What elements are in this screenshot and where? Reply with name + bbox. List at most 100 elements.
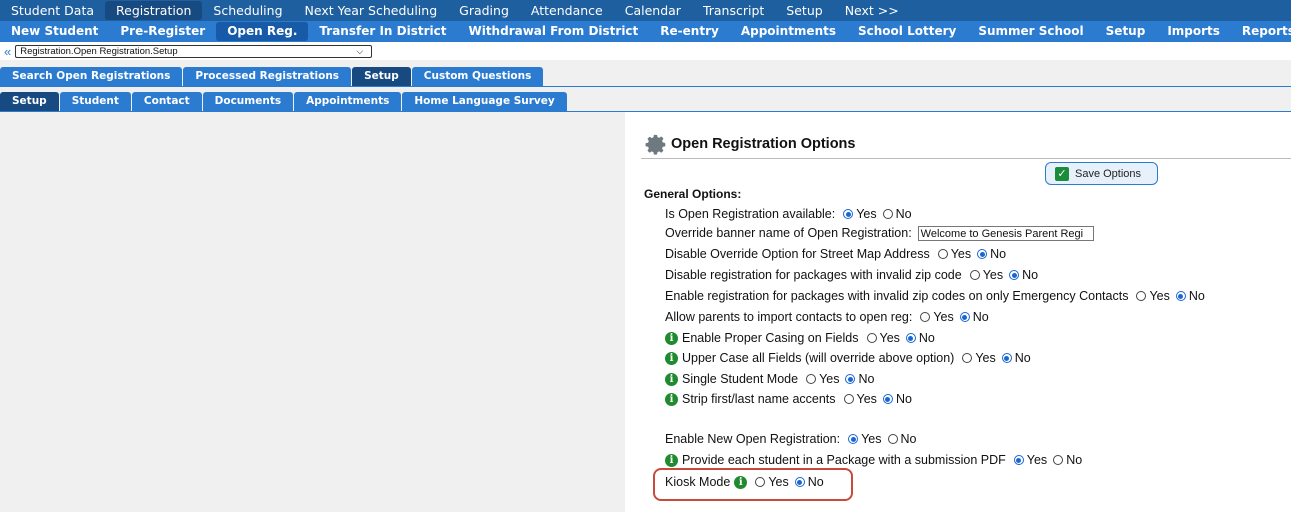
subnav-open-reg[interactable]: Open Reg.	[216, 22, 309, 41]
radio-yes[interactable]	[755, 477, 766, 487]
option-label: Single Student Mode	[682, 372, 799, 386]
subtab-student[interactable]: Student	[59, 92, 131, 111]
nav-attendance[interactable]: Attendance	[520, 1, 614, 20]
option-label: Override banner name of Open Registratio…	[665, 226, 912, 240]
radio-no[interactable]	[977, 249, 988, 259]
option-label: Kiosk Mode	[665, 475, 731, 489]
info-icon[interactable]: i	[665, 372, 678, 386]
subnav-transfer-in-district[interactable]: Transfer In District	[308, 22, 457, 41]
radio-yes[interactable]	[1013, 455, 1024, 465]
primary-nav: Student Data Registration Scheduling Nex…	[0, 0, 1291, 21]
subtab-appointments[interactable]: Appointments	[294, 92, 402, 111]
subtab-home-language-survey[interactable]: Home Language Survey	[402, 92, 567, 111]
radio-no-label: No	[990, 247, 1007, 261]
radio-yes-label: Yes	[856, 207, 877, 221]
subnav-reports[interactable]: Reports	[1231, 22, 1291, 41]
radio-no[interactable]	[959, 312, 970, 322]
info-icon[interactable]: i	[665, 351, 678, 365]
radio-no-label: No	[895, 392, 912, 406]
option-row-open-reg-available: Is Open Registration available: Yes No	[665, 205, 914, 223]
double-chevron-left-icon[interactable]: «	[4, 44, 11, 59]
nav-next[interactable]: Next >>	[834, 1, 910, 20]
radio-no-label: No	[858, 372, 875, 386]
tab-search-open-registrations[interactable]: Search Open Registrations	[0, 67, 183, 86]
save-options-button[interactable]: ✓ Save Options	[1045, 162, 1158, 185]
radio-yes-label: Yes	[982, 268, 1004, 282]
subnav-pre-register[interactable]: Pre-Register	[109, 22, 216, 41]
radio-no-label: No	[1014, 351, 1031, 365]
radio-yes-label: Yes	[768, 475, 789, 489]
radio-no[interactable]	[882, 394, 893, 404]
radio-no[interactable]	[1175, 291, 1186, 301]
radio-yes[interactable]	[920, 312, 931, 322]
option-row-upper-case: i Upper Case all Fields (will override a…	[665, 349, 1033, 367]
options-panel: Open Registration Options ✓ Save Options…	[625, 112, 1291, 512]
radio-yes[interactable]	[937, 249, 948, 259]
subnav-appointments[interactable]: Appointments	[730, 22, 847, 41]
option-label: Enable Proper Casing on Fields	[682, 331, 859, 345]
subnav-summer-school[interactable]: Summer School	[967, 22, 1094, 41]
option-row-disable-street-map: Disable Override Option for Street Map A…	[665, 245, 1008, 263]
radio-no[interactable]	[882, 209, 893, 219]
nav-setup[interactable]: Setup	[775, 1, 833, 20]
info-icon[interactable]: i	[665, 331, 678, 345]
nav-next-year-scheduling[interactable]: Next Year Scheduling	[294, 1, 449, 20]
subnav-imports[interactable]: Imports	[1156, 22, 1231, 41]
radio-yes[interactable]	[843, 394, 854, 404]
option-label: Is Open Registration available:	[665, 207, 836, 221]
radio-no[interactable]	[845, 374, 856, 384]
panel-title-text: Open Registration Options	[671, 136, 856, 152]
subnav-re-entry[interactable]: Re-entry	[649, 22, 730, 41]
radio-no[interactable]	[1053, 455, 1064, 465]
tab-setup[interactable]: Setup	[352, 67, 411, 86]
radio-yes[interactable]	[848, 434, 859, 444]
panel-title: Open Registration Options	[645, 133, 855, 155]
radio-no[interactable]	[887, 434, 898, 444]
radio-no[interactable]	[1009, 270, 1020, 280]
subtab-setup[interactable]: Setup	[0, 92, 59, 111]
tab-processed-registrations[interactable]: Processed Registrations	[183, 67, 352, 86]
option-row-invalid-zip-emergency: Enable registration for packages with in…	[665, 287, 1207, 305]
radio-yes-label: Yes	[1149, 289, 1170, 303]
radio-yes-label: Yes	[1026, 453, 1048, 467]
subnav-withdrawal-from-district[interactable]: Withdrawal From District	[457, 22, 649, 41]
nav-registration[interactable]: Registration	[105, 1, 203, 20]
save-options-label: Save Options	[1075, 167, 1142, 180]
subtab-documents[interactable]: Documents	[202, 92, 294, 111]
subnav-new-student[interactable]: New Student	[0, 22, 109, 41]
radio-yes[interactable]	[806, 374, 817, 384]
radio-yes[interactable]	[843, 209, 854, 219]
breadcrumb-value: Registration.Open Registration.Setup	[20, 45, 178, 57]
banner-name-input[interactable]: Welcome to Genesis Parent Regi	[917, 225, 1094, 241]
radio-yes[interactable]	[962, 353, 973, 363]
radio-no[interactable]	[1001, 353, 1012, 363]
subtab-contact[interactable]: Contact	[131, 92, 202, 111]
radio-no[interactable]	[794, 477, 805, 487]
radio-yes-label: Yes	[933, 310, 954, 324]
nav-scheduling[interactable]: Scheduling	[202, 1, 293, 20]
radio-no-label: No	[972, 310, 989, 324]
option-label: Allow parents to import contacts to open…	[665, 310, 913, 324]
info-icon[interactable]: i	[665, 392, 678, 406]
radio-yes[interactable]	[969, 270, 980, 280]
nav-grading[interactable]: Grading	[448, 1, 520, 20]
subnav-school-lottery[interactable]: School Lottery	[847, 22, 967, 41]
option-row-kiosk-mode: Kiosk Mode i Yes No	[665, 473, 826, 491]
option-label: Upper Case all Fields (will override abo…	[682, 351, 955, 365]
tab-custom-questions[interactable]: Custom Questions	[411, 67, 544, 86]
nav-student-data[interactable]: Student Data	[0, 1, 105, 20]
option-label: Provide each student in a Package with a…	[682, 453, 1006, 467]
tab-row-main: Search Open Registrations Processed Regi…	[0, 66, 1291, 87]
option-row-import-contacts: Allow parents to import contacts to open…	[665, 308, 991, 326]
nav-transcript[interactable]: Transcript	[692, 1, 775, 20]
info-icon[interactable]: i	[665, 453, 678, 467]
nav-calendar[interactable]: Calendar	[614, 1, 692, 20]
radio-yes[interactable]	[866, 333, 877, 343]
tab-row-sub: Setup Student Contact Documents Appointm…	[0, 91, 1291, 112]
breadcrumb-select[interactable]: Registration.Open Registration.Setup ⌵	[15, 44, 373, 58]
radio-no[interactable]	[905, 333, 916, 343]
radio-yes[interactable]	[1136, 291, 1147, 301]
radio-no-label: No	[1188, 289, 1205, 303]
info-icon[interactable]: i	[734, 475, 748, 489]
subnav-setup[interactable]: Setup	[1095, 22, 1157, 41]
